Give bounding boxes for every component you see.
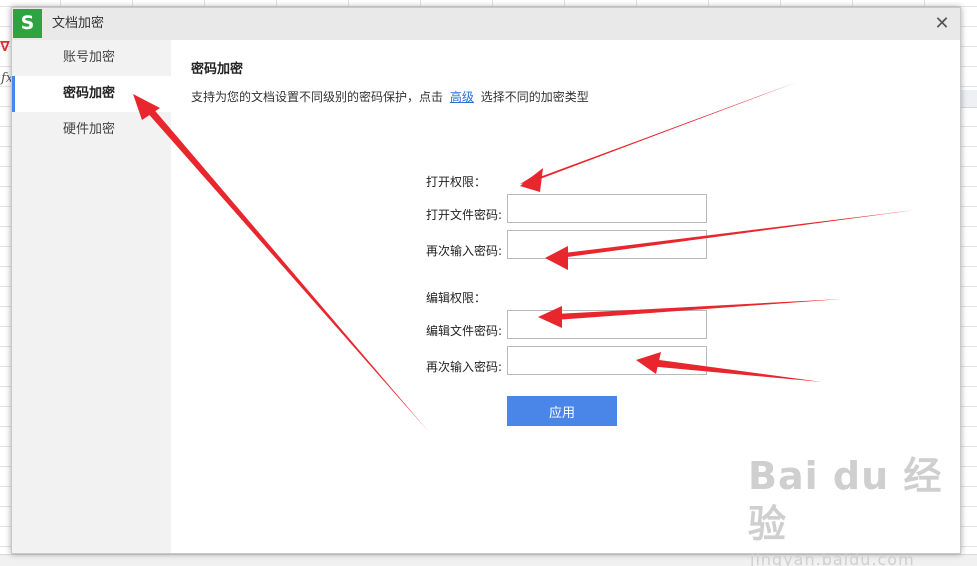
dialog-titlebar: S 文档加密 ✕ bbox=[12, 8, 960, 40]
open-confirm-label: 再次输入密码: bbox=[426, 244, 503, 258]
open-password-input[interactable] bbox=[507, 194, 707, 223]
wps-logo-icon: S bbox=[13, 9, 42, 38]
sidebar-item-label: 密码加密 bbox=[63, 86, 116, 101]
edit-confirm-input[interactable] bbox=[507, 346, 707, 375]
description-text-tail: 选择不同的加密类型 bbox=[480, 90, 589, 104]
watermark-url: jingyan.baidu.com bbox=[750, 550, 915, 566]
edit-password-label: 编辑文件密码: bbox=[426, 324, 503, 338]
encryption-sidebar: 账号加密 密码加密 硬件加密 bbox=[12, 40, 171, 553]
baidu-jingyan-watermark: Bai du 经验 jingyan.baidu.com bbox=[748, 452, 968, 566]
open-permission-heading: 打开权限： bbox=[426, 175, 487, 189]
watermark-logo: Bai du 经验 bbox=[748, 454, 943, 546]
edit-password-input[interactable] bbox=[507, 310, 707, 339]
edit-confirm-label: 再次输入密码: bbox=[426, 360, 503, 374]
spreadsheet-column-header bbox=[961, 90, 977, 108]
sidebar-item-password-encryption[interactable]: 密码加密 bbox=[12, 76, 171, 112]
open-confirm-input[interactable] bbox=[507, 230, 707, 259]
panel-description: 支持为您的文档设置不同级别的密码保护，点击 高级 选择不同的加密类型 bbox=[191, 88, 589, 105]
sidebar-item-hardware-encryption[interactable]: 硬件加密 bbox=[12, 112, 171, 148]
edit-permission-heading: 编辑权限： bbox=[426, 291, 487, 305]
panel-title: 密码加密 bbox=[191, 62, 244, 77]
apply-button[interactable]: 应用 bbox=[507, 396, 617, 426]
sidebar-item-label: 硬件加密 bbox=[63, 122, 116, 137]
sidebar-item-label: 账号加密 bbox=[63, 50, 116, 65]
spreadsheet-red-mark: ∇ bbox=[0, 39, 10, 55]
open-password-label: 打开文件密码: bbox=[426, 208, 503, 222]
dialog-title: 文档加密 bbox=[52, 16, 105, 31]
advanced-link[interactable]: 高级 bbox=[450, 90, 474, 104]
close-icon[interactable]: ✕ bbox=[932, 14, 952, 34]
description-text: 支持为您的文档设置不同级别的密码保护，点击 bbox=[191, 90, 444, 104]
sidebar-item-account-encryption[interactable]: 账号加密 bbox=[12, 40, 171, 76]
